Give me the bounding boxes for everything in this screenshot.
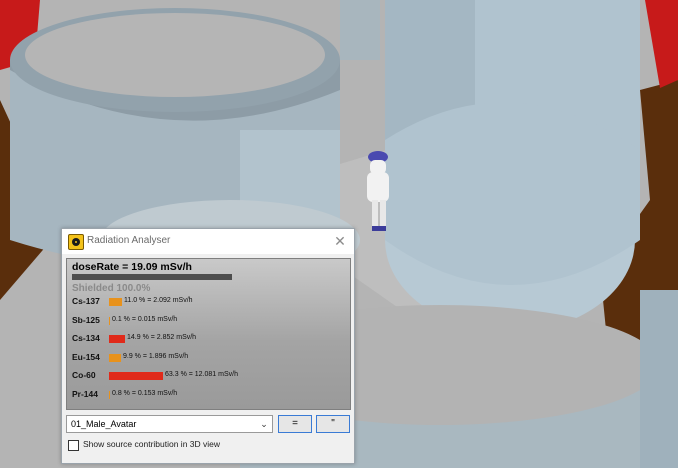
isotope-name: Co-60 bbox=[72, 370, 96, 380]
isotope-contribution: 0.1 % = 0.015 mSv/h bbox=[112, 315, 178, 323]
isotope-name: Cs-134 bbox=[72, 333, 100, 343]
isotope-bar bbox=[109, 298, 122, 306]
isotope-name: Pr-144 bbox=[72, 388, 98, 399]
avatar-select[interactable]: 01_Male_Avatar ⌄ bbox=[66, 415, 273, 433]
isotope-contribution: 9.9 % = 1.896 mSv/h bbox=[123, 352, 189, 360]
isotope-bar bbox=[109, 335, 125, 343]
isotope-bar bbox=[109, 316, 110, 325]
show-source-label: Show source contribution in 3D view bbox=[83, 439, 221, 449]
isotope-name: Sb-125 bbox=[72, 314, 100, 325]
chevron-down-icon[interactable]: ⌄ bbox=[258, 416, 270, 432]
isotope-bar bbox=[109, 353, 121, 362]
dose-rate-value: doseRate = 19.09 mSv/h bbox=[72, 261, 192, 273]
radiation-icon bbox=[68, 234, 84, 250]
dose-rate-bar bbox=[72, 274, 232, 280]
controls-row: 01_Male_Avatar ⌄ = " bbox=[66, 415, 350, 435]
equals-button[interactable]: = bbox=[278, 415, 312, 433]
radiation-analyser-window: Radiation Analyser ✕ doseRate = 19.09 mS… bbox=[61, 228, 355, 464]
isotope-bar bbox=[109, 372, 163, 380]
window-title: Radiation Analyser bbox=[87, 235, 171, 246]
isotope-contribution: 0.8 % = 0.153 mSv/h bbox=[112, 389, 178, 397]
isotope-contribution: 14.9 % = 2.852 mSv/h bbox=[127, 334, 197, 341]
close-button[interactable]: ✕ bbox=[332, 232, 348, 250]
isotope-contribution: 11.0 % = 2.092 mSv/h bbox=[124, 297, 193, 304]
isotope-name: Eu-154 bbox=[72, 351, 100, 362]
quote-button[interactable]: " bbox=[316, 415, 350, 433]
isotope-bar bbox=[109, 390, 110, 399]
isotope-contribution: 63.3 % = 12.081 mSv/h bbox=[165, 371, 238, 378]
dose-summary-panel: doseRate = 19.09 mSv/h Shielded 100.0% C… bbox=[66, 258, 351, 410]
shielded-percent: Shielded 100.0% bbox=[72, 283, 151, 294]
title-bar[interactable]: Radiation Analyser ✕ bbox=[62, 229, 354, 254]
show-source-checkbox[interactable] bbox=[68, 440, 79, 451]
isotope-name: Cs-137 bbox=[72, 296, 100, 306]
avatar-select-value: 01_Male_Avatar bbox=[71, 419, 137, 429]
